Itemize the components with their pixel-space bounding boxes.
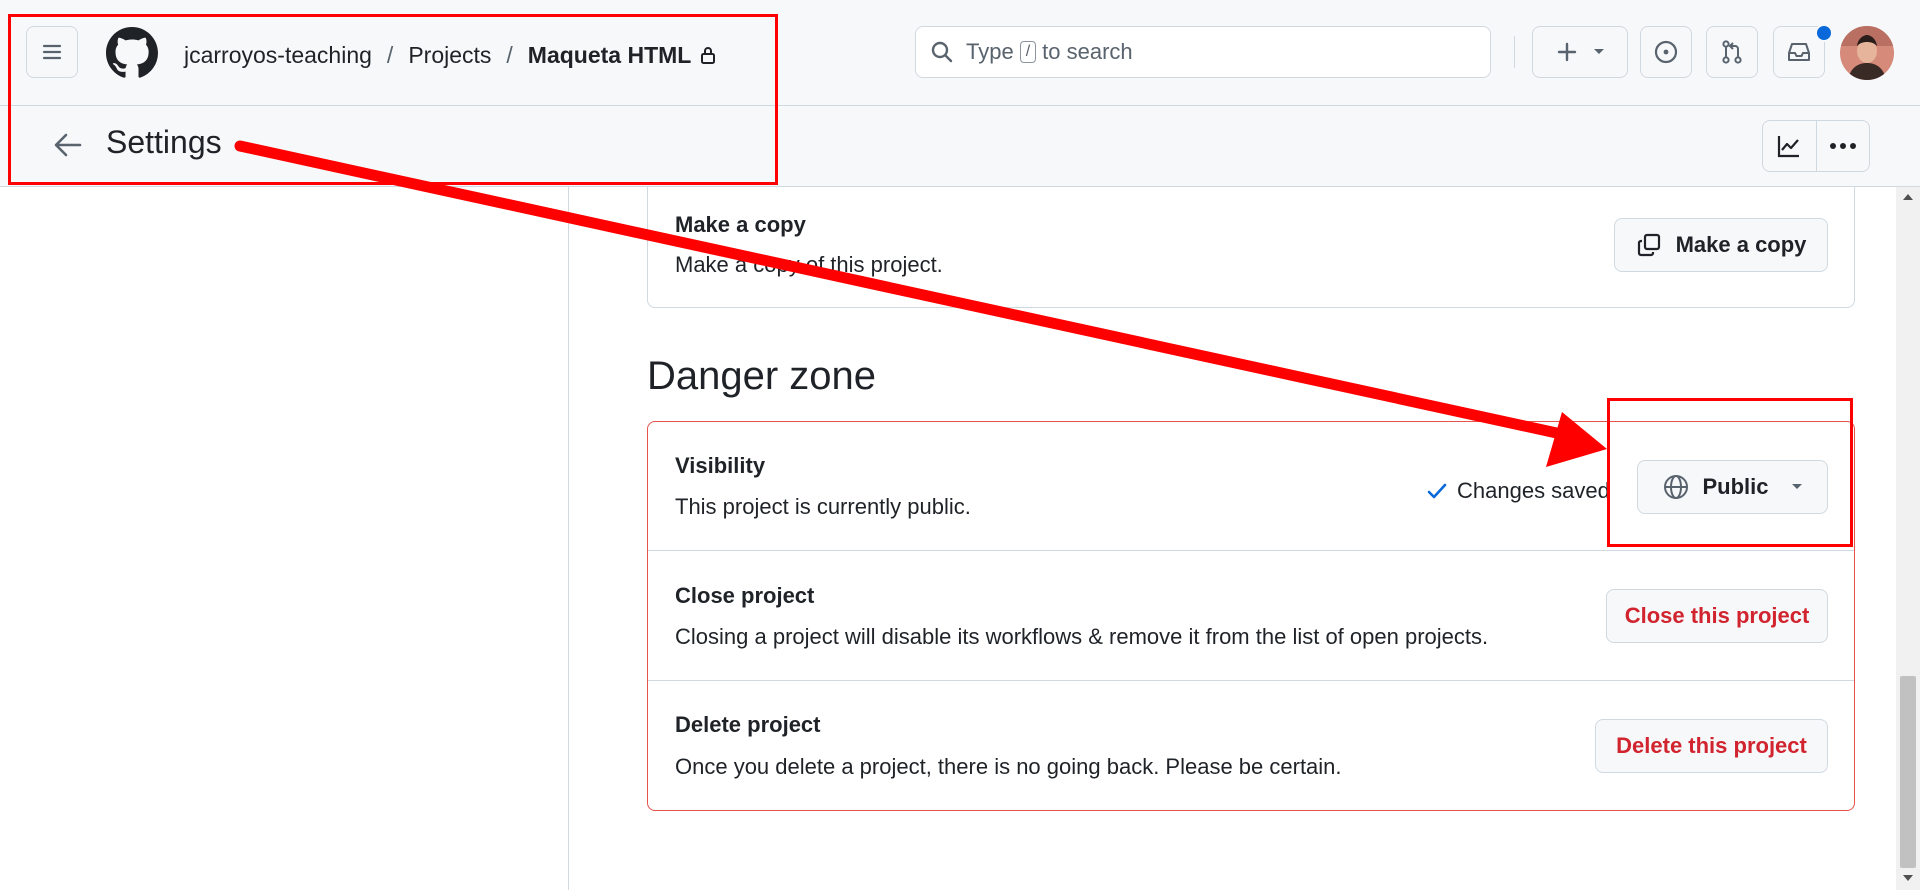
annotation-arrow-icon [234,140,1607,467]
